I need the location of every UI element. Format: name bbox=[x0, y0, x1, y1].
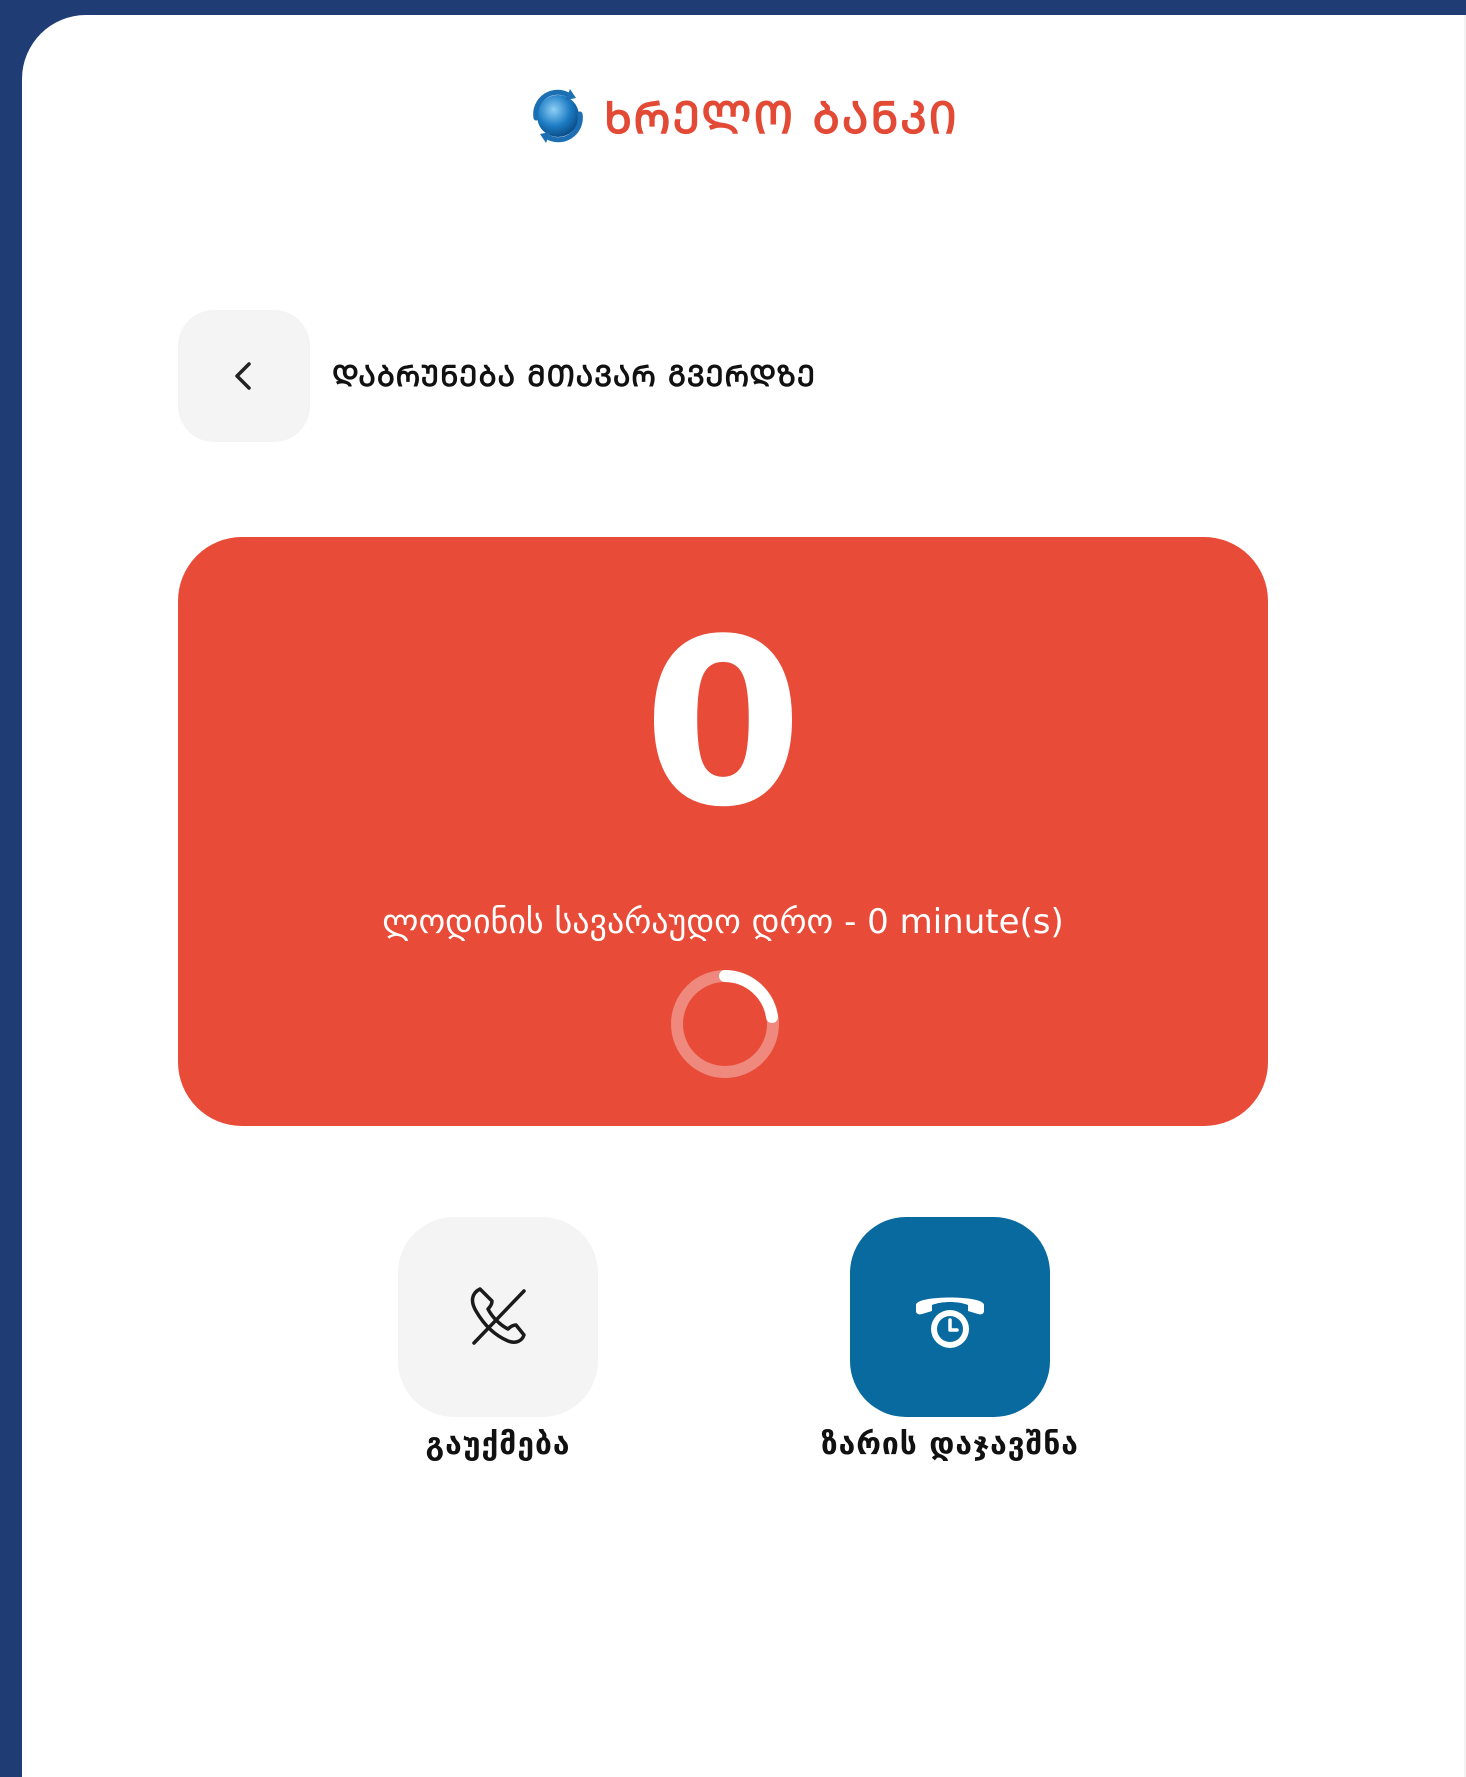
brand-name: ᲮᲠᲔᲚᲝ ᲑᲐᲜᲙᲘ bbox=[604, 93, 959, 144]
phone-clock-icon bbox=[916, 1297, 984, 1348]
back-to-home-link[interactable]: ᲓᲐᲑᲠᲣᲜᲔᲑᲐ ᲛᲗᲐᲕᲐᲠ ᲒᲕᲔᲠᲓᲖᲔ bbox=[332, 356, 816, 395]
queue-position: 0 bbox=[642, 591, 804, 858]
cancel-label: გაუქმება bbox=[425, 1427, 571, 1462]
queue-status-panel: 0 ლოდინის სავარაუდო დრო - 0 minute(s) bbox=[178, 537, 1268, 1126]
globe-refresh-icon bbox=[533, 89, 583, 143]
phone-off-icon bbox=[470, 1287, 526, 1345]
back-button[interactable] bbox=[178, 310, 310, 442]
chevron-left-icon bbox=[235, 362, 251, 390]
loading-spinner-icon bbox=[671, 970, 779, 1078]
book-call-button[interactable] bbox=[850, 1217, 1050, 1417]
book-call-label: ზარის დაჯავშნა bbox=[821, 1427, 1079, 1462]
cancel-button[interactable] bbox=[398, 1217, 598, 1417]
brand-logo[interactable]: ᲮᲠᲔᲚᲝ ᲑᲐᲜᲙᲘ bbox=[526, 76, 959, 156]
estimated-wait-time: ლოდინის სავარაუდო დრო - 0 minute(s) bbox=[382, 902, 1064, 942]
